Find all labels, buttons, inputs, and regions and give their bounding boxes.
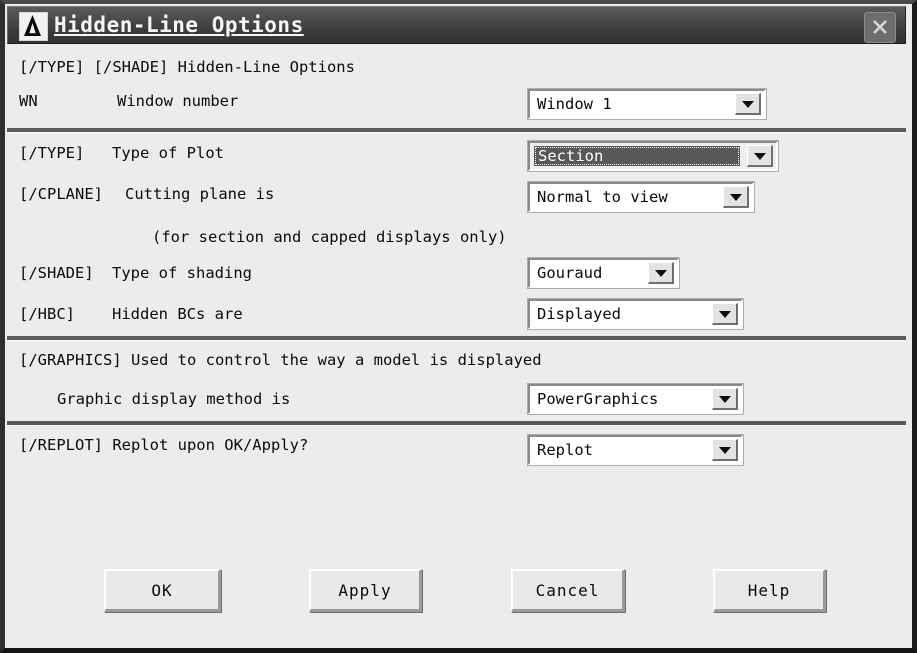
window-number-tag: WN [19, 92, 38, 110]
window-title: Hidden-Line Options [54, 13, 304, 37]
replot-value: Replot [537, 441, 593, 459]
ok-button[interactable]: OK [104, 569, 221, 612]
type-of-shading-value: Gouraud [537, 264, 603, 282]
section-divider-1 [7, 128, 906, 132]
hidden-bcs-tag: [/HBC] [19, 305, 75, 323]
section-divider-2 [7, 336, 906, 340]
replot-label: [/REPLOT] Replot upon OK/Apply? [19, 436, 309, 454]
window-number-value: Window 1 [537, 95, 612, 113]
ansys-a-logo-icon [19, 12, 48, 41]
window-number-label: Window number [117, 92, 239, 110]
graphic-display-method-value: PowerGraphics [537, 390, 659, 408]
chevron-down-icon[interactable] [723, 186, 749, 208]
hidden-bcs-value: Displayed [537, 305, 621, 323]
chevron-down-icon[interactable] [712, 388, 738, 410]
cancel-button[interactable]: Cancel [511, 569, 625, 612]
hidden-line-options-heading: [/TYPE] [/SHADE] Hidden-Line Options [19, 58, 355, 76]
graphics-heading: [/GRAPHICS] Used to control the way a mo… [19, 351, 542, 369]
type-of-plot-label: Type of Plot [112, 144, 224, 162]
chevron-down-icon[interactable] [747, 145, 773, 167]
section-divider-3 [7, 421, 906, 425]
title-bar[interactable]: Hidden-Line Options [7, 6, 906, 44]
chevron-down-icon[interactable] [735, 93, 761, 115]
close-icon[interactable] [864, 12, 896, 43]
cutting-plane-note: (for section and capped displays only) [152, 228, 507, 246]
help-button[interactable]: Help [713, 569, 826, 612]
type-of-plot-dropdown[interactable]: Section [527, 140, 779, 172]
cutting-plane-label: Cutting plane is [125, 185, 275, 203]
hidden-bcs-label: Hidden BCs are [112, 305, 243, 323]
chevron-down-icon[interactable] [712, 303, 738, 325]
type-of-plot-tag: [/TYPE] [19, 144, 85, 162]
replot-dropdown[interactable]: Replot [527, 434, 744, 466]
dialog-body: [/TYPE] [/SHADE] Hidden-Line Options WN … [7, 45, 906, 646]
cutting-plane-value: Normal to view [537, 188, 668, 206]
type-of-shading-tag: [/SHADE] [19, 264, 94, 282]
hidden-line-options-dialog: Hidden-Line Options [/TYPE] [/SHADE] Hid… [0, 0, 917, 653]
graphic-display-method-dropdown[interactable]: PowerGraphics [527, 383, 744, 415]
graphic-display-method-label: Graphic display method is [57, 390, 291, 408]
chevron-down-icon[interactable] [712, 439, 738, 461]
chevron-down-icon[interactable] [648, 262, 674, 284]
hidden-bcs-dropdown[interactable]: Displayed [527, 298, 744, 330]
type-of-shading-label: Type of shading [112, 264, 252, 282]
type-of-shading-dropdown[interactable]: Gouraud [527, 257, 680, 289]
cutting-plane-tag: [/CPLANE] [19, 185, 103, 203]
cutting-plane-dropdown[interactable]: Normal to view [527, 181, 755, 213]
type-of-plot-value: Section [534, 146, 740, 166]
window-number-dropdown[interactable]: Window 1 [527, 88, 767, 120]
apply-button[interactable]: Apply [309, 569, 422, 612]
